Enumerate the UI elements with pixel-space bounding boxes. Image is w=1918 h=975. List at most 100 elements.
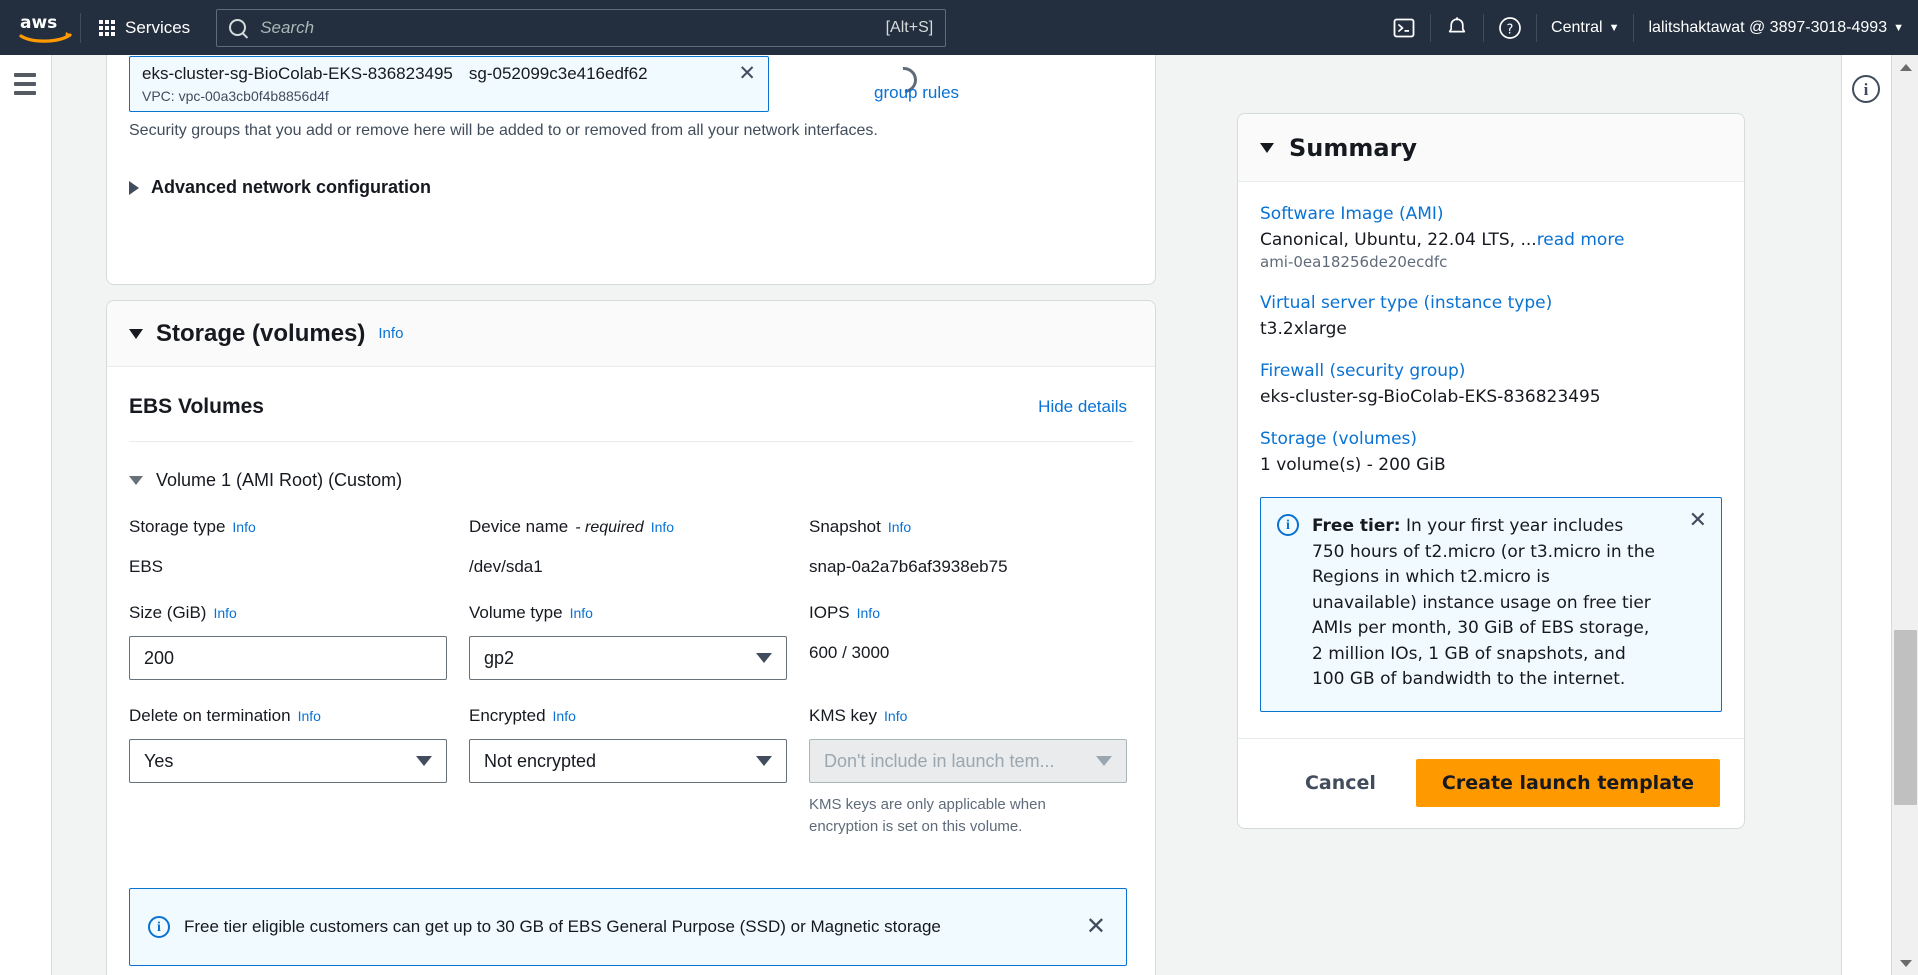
volume-type-select[interactable]: gp2 [469, 636, 787, 680]
create-launch-template-button[interactable]: Create launch template [1415, 759, 1720, 807]
volume-1-header[interactable]: Volume 1 (AMI Root) (Custom) [107, 442, 1155, 491]
left-navigation-rail [0, 55, 52, 975]
snapshot-label: Snapshot [809, 517, 881, 536]
size-info-link[interactable]: Info [213, 605, 236, 621]
encrypted-info-link[interactable]: Info [553, 708, 576, 724]
encrypted-select[interactable]: Not encrypted [469, 739, 787, 783]
chevron-down-icon [756, 653, 772, 663]
summary-link-ami[interactable]: Software Image (AMI) [1260, 204, 1722, 224]
iops-label: IOPS [809, 603, 850, 622]
vertical-scrollbar[interactable] [1891, 55, 1918, 975]
storage-type-label-group: Storage type Info [129, 517, 469, 537]
size-label-group: Size (GiB) Info [129, 603, 469, 623]
global-search-box[interactable]: [Alt+S] [216, 8, 947, 47]
iops-value: 600 / 3000 [809, 643, 890, 662]
summary-sub-ami-id: ami-0ea18256de20ecdfc [1260, 253, 1448, 271]
remove-security-group-icon[interactable]: ✕ [738, 63, 756, 84]
free-tier-info-text: Free tier: In your first year includes 7… [1312, 514, 1657, 693]
volume-type-field: Volume type Info gp2 [469, 603, 809, 680]
summary-actions: Cancel Create launch template [1238, 737, 1744, 828]
summary-link-storage[interactable]: Storage (volumes) [1260, 429, 1722, 449]
volume-type-value: gp2 [484, 647, 515, 668]
bell-icon[interactable] [1431, 0, 1483, 55]
grid-icon [99, 19, 115, 36]
kms-key-info-link[interactable]: Info [884, 708, 907, 724]
storage-card-header[interactable]: Storage (volumes) Info [107, 301, 1155, 367]
iops-field: IOPS Info 600 / 3000 [809, 603, 1133, 680]
scroll-down-arrow-icon[interactable] [1892, 951, 1918, 975]
read-more-link[interactable]: read more [1537, 230, 1625, 250]
chevron-down-icon [129, 328, 143, 339]
volume-type-info-link[interactable]: Info [570, 605, 593, 621]
scroll-up-arrow-icon[interactable] [1892, 55, 1918, 79]
close-icon[interactable]: ✕ [1689, 510, 1707, 532]
security-group-id: sg-052099c3e416edf62 [468, 63, 648, 83]
summary-item-storage: Storage (volumes) 1 volume(s) - 200 GiB [1260, 429, 1722, 475]
storage-type-info-link[interactable]: Info [232, 519, 255, 535]
storage-section-title: Storage (volumes) [156, 319, 366, 347]
info-icon[interactable]: i [1852, 75, 1880, 103]
summary-panel-header[interactable]: Summary [1238, 114, 1744, 182]
delete-on-termination-label-group: Delete on termination Info [129, 706, 469, 726]
snapshot-label-group: Snapshot Info [809, 517, 1133, 537]
free-tier-storage-alert: i Free tier eligible customers can get u… [129, 887, 1127, 966]
encrypted-field: Encrypted Info Not encrypted [469, 706, 809, 838]
nav-right-group: ? Central ▼ lalitshaktawat @ 3897-3018-4… [1378, 0, 1918, 55]
chevron-down-icon [756, 756, 772, 766]
aws-logo[interactable]: aws [18, 11, 74, 45]
chevron-down-icon [129, 476, 143, 485]
summary-item-ami: Software Image (AMI) Canonical, Ubuntu, … [1260, 204, 1722, 271]
snapshot-info-link[interactable]: Info [888, 519, 911, 535]
summary-value-ami-text: Canonical, Ubuntu, 22.04 LTS, ... [1260, 230, 1537, 250]
iops-info-link[interactable]: Info [857, 605, 880, 621]
storage-info-link[interactable]: Info [378, 325, 403, 342]
svg-text:aws: aws [20, 13, 57, 33]
services-menu-button[interactable]: Services [87, 12, 202, 44]
delete-on-termination-select[interactable]: Yes [129, 739, 447, 783]
device-name-label-group: Device name - required Info [469, 517, 809, 537]
scrollbar-thumb[interactable] [1894, 630, 1917, 805]
delete-on-termination-info-link[interactable]: Info [298, 708, 321, 724]
ebs-volumes-header-row: EBS Volumes Hide details [107, 367, 1155, 419]
kms-key-select: Don't include in launch tem... [809, 739, 1127, 783]
chevron-right-icon [129, 180, 139, 195]
security-group-token[interactable]: eks-cluster-sg-BioColab-EKS-836823495 sg… [129, 56, 769, 112]
summary-value-storage: 1 volume(s) - 200 GiB [1260, 455, 1446, 475]
hide-details-link[interactable]: Hide details [1038, 397, 1127, 417]
volume-1-label: Volume 1 (AMI Root) (Custom) [156, 470, 403, 490]
kms-key-field: KMS key Info Don't include in launch tem… [809, 706, 1133, 838]
advanced-network-configuration-toggle[interactable]: Advanced network configuration [129, 177, 431, 198]
security-group-name: eks-cluster-sg-BioColab-EKS-836823495 [142, 63, 453, 83]
snapshot-field: Snapshot Info snap-0a2a7b6af3938eb75 [809, 517, 1133, 577]
account-menu[interactable]: lalitshaktawat @ 3897-3018-4993 ▼ [1634, 0, 1918, 55]
encrypted-value: Not encrypted [484, 750, 597, 771]
summary-value-firewall: eks-cluster-sg-BioColab-EKS-836823495 [1260, 387, 1601, 407]
chevron-down-icon: ▼ [1608, 21, 1620, 34]
summary-link-instance-type[interactable]: Virtual server type (instance type) [1260, 293, 1722, 313]
question-mark-icon[interactable]: ? [1484, 0, 1536, 55]
size-field: Size (GiB) Info [129, 603, 469, 680]
encrypted-label: Encrypted [469, 706, 546, 725]
nav-divider [80, 12, 81, 43]
device-name-value: /dev/sda1 [469, 557, 543, 576]
search-input[interactable] [260, 17, 886, 38]
group-rules-link[interactable]: group rules [874, 83, 959, 103]
hamburger-menu-icon[interactable] [14, 73, 36, 100]
device-name-info-link[interactable]: Info [651, 519, 674, 535]
size-input[interactable] [129, 636, 447, 680]
free-tier-strong-label: Free tier: [1312, 516, 1401, 536]
cloudshell-icon[interactable] [1378, 0, 1430, 55]
region-selector[interactable]: Central ▼ [1537, 0, 1633, 55]
size-label: Size (GiB) [129, 603, 207, 622]
services-label: Services [125, 17, 191, 37]
cancel-button[interactable]: Cancel [1291, 762, 1390, 804]
chevron-down-icon [1096, 756, 1112, 766]
security-group-token-line: eks-cluster-sg-BioColab-EKS-836823495 sg… [142, 63, 756, 84]
search-icon [229, 19, 247, 36]
close-icon[interactable]: ✕ [1086, 914, 1106, 939]
security-group-note: Security groups that you add or remove h… [129, 122, 878, 139]
storage-volumes-card: Storage (volumes) Info EBS Volumes Hide … [106, 300, 1156, 975]
chevron-down-icon [416, 756, 432, 766]
ebs-volumes-title: EBS Volumes [129, 395, 264, 418]
summary-link-firewall[interactable]: Firewall (security group) [1260, 361, 1722, 381]
